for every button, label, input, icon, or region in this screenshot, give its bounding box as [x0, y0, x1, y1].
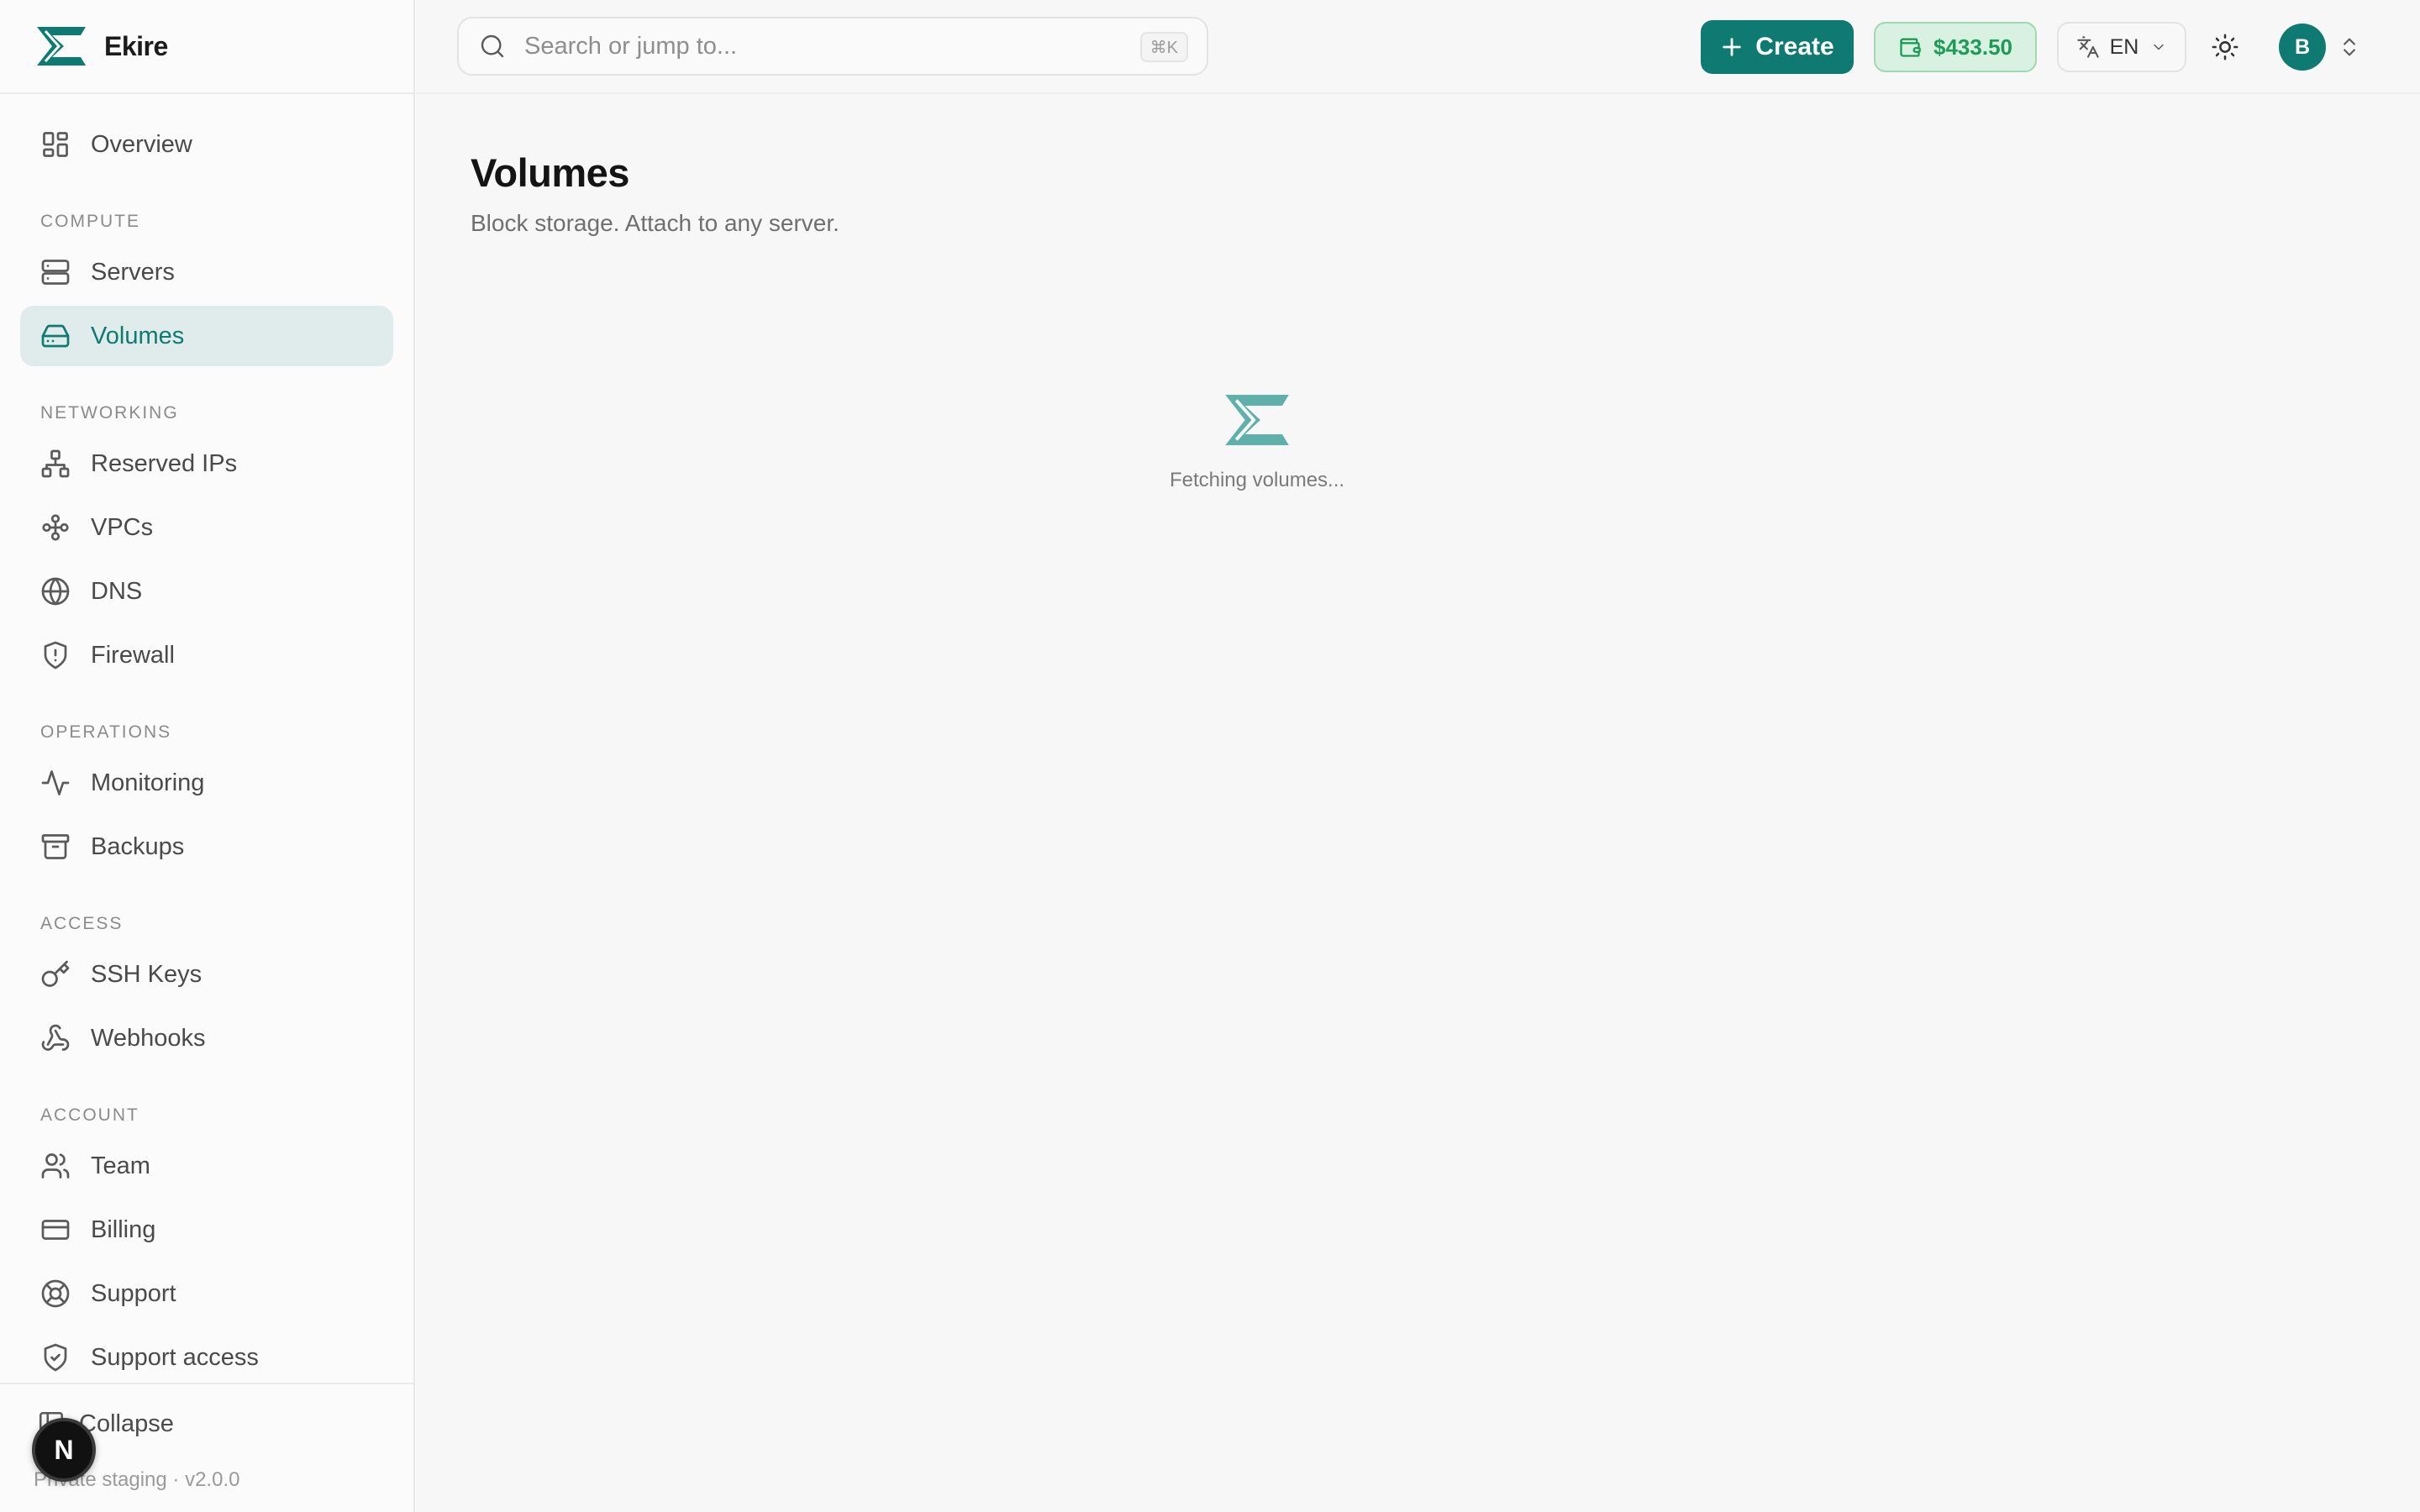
- collapse-label: Collapse: [79, 1410, 174, 1437]
- sidebar-item-servers[interactable]: Servers: [20, 242, 393, 302]
- ekire-logo-icon: [1225, 395, 1289, 445]
- sidebar-item-label: SSH Keys: [91, 960, 203, 988]
- hard-drive-icon: [41, 324, 70, 348]
- sidebar-item-label: Volumes: [91, 322, 185, 349]
- sidebar: Ekire Overview COMPUTE Servers Volumes N…: [0, 0, 415, 1512]
- section-label-operations: OPERATIONS: [40, 722, 172, 742]
- users-icon: [41, 1153, 70, 1179]
- network-icon: [41, 449, 70, 478]
- sidebar-item-label: Billing: [91, 1215, 156, 1243]
- section-label-account: ACCOUNT: [40, 1105, 139, 1125]
- webhook-icon: [41, 1024, 70, 1051]
- sidebar-item-backups[interactable]: Backups: [20, 816, 393, 877]
- sidebar-item-billing[interactable]: Billing: [20, 1200, 393, 1260]
- ekire-logo-icon: [37, 27, 86, 66]
- globe-icon: [41, 577, 70, 606]
- language-value: EN: [2109, 34, 2139, 59]
- sidebar-item-monitoring[interactable]: Monitoring: [20, 753, 393, 813]
- sidebar-item-label: DNS: [91, 577, 143, 605]
- brand-name: Ekire: [104, 30, 168, 61]
- dev-tools-badge[interactable]: N: [32, 1418, 96, 1482]
- activity-icon: [41, 770, 70, 795]
- chevron-down-icon: [2154, 44, 2165, 50]
- sidebar-item-firewall[interactable]: Firewall: [20, 625, 393, 685]
- sidebar-item-label: Overview: [91, 130, 192, 158]
- sidebar-item-label: Team: [91, 1152, 150, 1179]
- search-shortcut: ⌘K: [1139, 32, 1188, 62]
- section-label-compute: COMPUTE: [40, 212, 140, 231]
- loading-text: Fetching volumes...: [1169, 469, 1345, 491]
- life-buoy-icon: [41, 1279, 70, 1308]
- page-title: Volumes: [471, 150, 629, 195]
- sidebar-item-ssh-keys[interactable]: SSH Keys: [20, 944, 393, 1005]
- theme-toggle[interactable]: [2207, 29, 2244, 66]
- sidebar-item-label: Reserved IPs: [91, 449, 238, 477]
- credit-card-icon: [41, 1220, 70, 1240]
- server-icon: [41, 260, 70, 285]
- brand[interactable]: Ekire: [0, 0, 413, 94]
- avatar[interactable]: B: [2279, 24, 2326, 71]
- shield-check-icon: [44, 1343, 67, 1372]
- balance-badge[interactable]: $433.50: [1874, 22, 2037, 72]
- sidebar-item-label: Servers: [91, 258, 175, 286]
- plus-icon: [1723, 38, 1742, 56]
- sidebar-item-label: Firewall: [91, 641, 175, 669]
- shield-alert-icon: [44, 641, 67, 669]
- sidebar-item-label: Monitoring: [91, 769, 205, 796]
- section-label-networking: NETWORKING: [40, 403, 179, 423]
- topbar: ⌘K Create $433.50 EN: [417, 0, 2420, 94]
- sidebar-item-overview[interactable]: Overview: [20, 114, 393, 175]
- nodes-icon: [42, 514, 69, 541]
- search-box[interactable]: ⌘K: [457, 17, 1208, 76]
- language-select[interactable]: EN: [2057, 22, 2186, 72]
- create-button[interactable]: Create: [1701, 20, 1854, 74]
- sidebar-item-vpcs[interactable]: VPCs: [20, 497, 393, 558]
- sidebar-item-webhooks[interactable]: Webhooks: [20, 1008, 393, 1068]
- page-subtitle: Block storage. Attach to any server.: [471, 210, 839, 236]
- sidebar-item-support[interactable]: Support: [20, 1263, 393, 1324]
- sidebar-item-team[interactable]: Team: [20, 1136, 393, 1196]
- key-icon: [41, 960, 70, 987]
- sidebar-item-label: Support: [91, 1279, 176, 1307]
- sidebar-item-label: Backups: [91, 832, 185, 860]
- section-label-access: ACCESS: [40, 914, 124, 933]
- balance-amount: $433.50: [1933, 34, 2012, 60]
- grid-icon: [43, 132, 68, 157]
- create-label: Create: [1755, 33, 1834, 60]
- search-input[interactable]: [524, 32, 1113, 60]
- search-icon: [481, 34, 504, 58]
- sidebar-item-label: VPCs: [91, 513, 154, 541]
- main-content: Volumes Block storage. Attach to any ser…: [417, 96, 2420, 1512]
- wallet-icon: [1900, 38, 1921, 57]
- sidebar-item-label: Support access: [91, 1343, 259, 1371]
- sidebar-item-label: Webhooks: [91, 1024, 206, 1052]
- sidebar-item-support-access[interactable]: Support access: [20, 1327, 393, 1388]
- translate-icon: [2076, 36, 2099, 58]
- loading-state: Fetching volumes...: [1097, 390, 1417, 492]
- sidebar-footer: Collapse Private staging · v2.0.0 N: [0, 1383, 413, 1512]
- sidebar-nav: Overview COMPUTE Servers Volumes NETWORK…: [0, 94, 413, 1388]
- app-root: Ekire Overview COMPUTE Servers Volumes N…: [0, 0, 2420, 1512]
- chevrons-up-down-icon[interactable]: [2338, 35, 2361, 59]
- sidebar-item-dns[interactable]: DNS: [20, 561, 393, 622]
- archive-icon: [41, 834, 70, 859]
- sun-icon: [2212, 34, 2238, 60]
- sidebar-item-reserved-ips[interactable]: Reserved IPs: [20, 433, 393, 494]
- sidebar-item-volumes[interactable]: Volumes: [20, 306, 393, 366]
